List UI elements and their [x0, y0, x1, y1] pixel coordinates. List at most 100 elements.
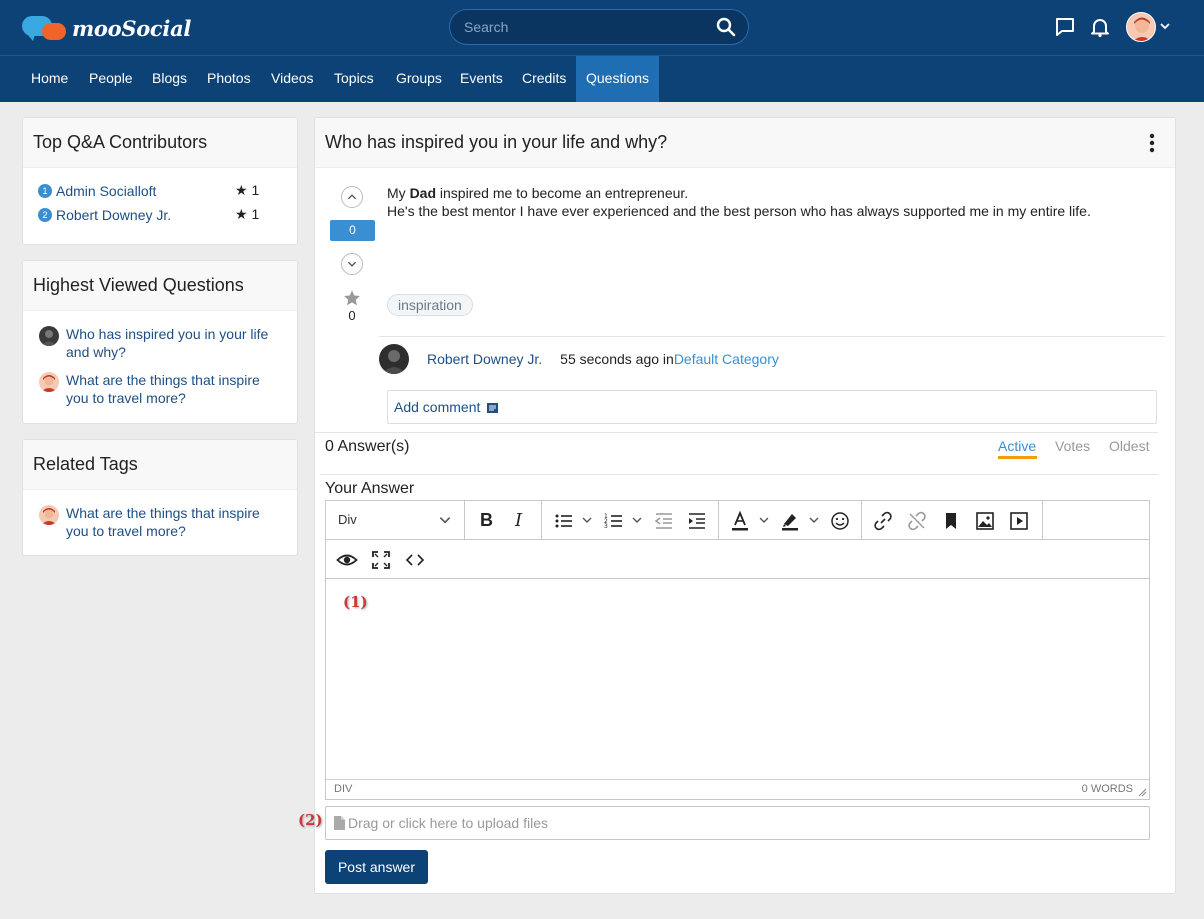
fullscreen-icon[interactable]: [370, 549, 392, 571]
chevron-down-icon[interactable]: [808, 514, 820, 526]
code-view-icon[interactable]: [404, 549, 426, 571]
post-time: 55 seconds ago in: [560, 351, 674, 367]
resize-handle-icon[interactable]: [1137, 787, 1147, 797]
file-upload-dropzone[interactable]: Drag or click here to upload files: [325, 806, 1150, 840]
brand-logo[interactable]: mooSocial: [22, 13, 191, 43]
search-input[interactable]: [464, 10, 704, 44]
contributor-item[interactable]: 2 Robert Downey Jr.: [38, 206, 171, 224]
image-icon[interactable]: [974, 510, 996, 532]
nav-groups[interactable]: Groups: [386, 56, 452, 102]
panel-title: Related Tags: [33, 454, 138, 474]
chevron-down-icon[interactable]: [438, 513, 452, 527]
annotation-marker: (2): [298, 811, 323, 829]
avatar[interactable]: [39, 505, 59, 525]
chevron-down-icon[interactable]: [1159, 20, 1171, 32]
preview-eye-icon[interactable]: [336, 549, 358, 571]
contributor-item[interactable]: 1 Admin Socialloft: [38, 182, 156, 200]
related-tags-panel: Related Tags What are the things that in…: [22, 439, 298, 556]
divider: [315, 432, 1158, 433]
user-avatar[interactable]: [1126, 12, 1156, 42]
highest-viewed-panel: Highest Viewed Questions Who has inspire…: [22, 260, 298, 424]
nav-credits[interactable]: Credits: [512, 56, 576, 102]
chevron-down-icon[interactable]: [758, 514, 770, 526]
upvote-button[interactable]: [341, 186, 363, 208]
contributor-score: ★ 1: [235, 182, 260, 198]
bookmark-icon[interactable]: [940, 510, 962, 532]
author-row: Robert Downey Jr. 55 seconds ago in Defa…: [379, 344, 779, 374]
author-avatar[interactable]: [379, 344, 409, 374]
sort-tab-oldest[interactable]: Oldest: [1109, 438, 1149, 454]
search-icon[interactable]: [716, 17, 736, 37]
brand-name: mooSocial: [72, 15, 192, 41]
favorite-count: 0: [348, 308, 356, 323]
downvote-button[interactable]: [341, 253, 363, 275]
divider: [320, 474, 1158, 475]
tag-chip[interactable]: inspiration: [387, 294, 473, 316]
search-bar: [449, 9, 749, 45]
rank-badge: 2: [38, 208, 52, 222]
unlink-icon[interactable]: [906, 510, 928, 532]
nav-blogs[interactable]: Blogs: [142, 56, 197, 102]
nav-questions[interactable]: Questions: [576, 56, 659, 102]
link-icon[interactable]: [872, 510, 894, 532]
highlight-icon[interactable]: [779, 510, 801, 532]
emoji-icon[interactable]: [829, 510, 851, 532]
chevron-down-icon[interactable]: [631, 514, 643, 526]
your-answer-label: Your Answer: [325, 480, 415, 497]
annotation-marker: (1): [343, 593, 368, 611]
numbered-list-icon[interactable]: 123: [603, 510, 625, 532]
nav-people[interactable]: People: [79, 56, 143, 102]
sort-tab-votes[interactable]: Votes: [1055, 438, 1090, 454]
block-format-select[interactable]: Div: [338, 512, 357, 527]
panel-title: Highest Viewed Questions: [33, 275, 244, 295]
bell-icon[interactable]: [1089, 16, 1111, 38]
editor-statusbar: DIV 0 WORDS: [326, 779, 1149, 799]
indent-icon[interactable]: [686, 510, 708, 532]
more-options-icon[interactable]: [1149, 133, 1155, 153]
question-title: Who has inspired you in your life and wh…: [325, 132, 668, 152]
nav-videos[interactable]: Videos: [261, 56, 324, 102]
question-panel: Who has inspired you in your life and wh…: [298, 117, 1176, 894]
nav-events[interactable]: Events: [450, 56, 513, 102]
text-color-icon[interactable]: [729, 510, 751, 532]
editor-toolbar-row2: [326, 540, 1149, 579]
sort-tab-active[interactable]: Active: [998, 438, 1036, 454]
comment-icon: [487, 403, 499, 413]
chat-icon[interactable]: [1054, 16, 1076, 38]
nav-home[interactable]: Home: [21, 56, 78, 102]
chevron-down-icon[interactable]: [581, 514, 593, 526]
avatar[interactable]: [39, 326, 59, 346]
sort-active-indicator: [998, 456, 1037, 459]
element-path: DIV: [334, 783, 353, 795]
category-link[interactable]: Default Category: [674, 351, 779, 367]
svg-text:3: 3: [604, 523, 608, 530]
panel-title: Top Q&A Contributors: [33, 132, 208, 152]
rank-badge: 1: [38, 184, 52, 198]
word-count: 0 WORDS: [1081, 783, 1133, 795]
contributor-score: ★ 1: [235, 206, 260, 222]
answer-text-area[interactable]: (1): [326, 580, 1149, 780]
nav-topics[interactable]: Topics: [324, 56, 384, 102]
author-name[interactable]: Robert Downey Jr.: [427, 351, 542, 367]
answers-count: 0 Answer(s): [325, 438, 410, 455]
bold-button[interactable]: B: [480, 510, 493, 531]
post-answer-button[interactable]: Post answer: [325, 850, 428, 884]
top-header: mooSocial: [0, 0, 1204, 56]
outdent-icon[interactable]: [653, 510, 675, 532]
question-link[interactable]: What are the things that inspire you to …: [66, 371, 286, 407]
star-icon[interactable]: [343, 289, 361, 307]
avatar[interactable]: [39, 372, 59, 392]
question-link[interactable]: What are the things that inspire you to …: [66, 504, 286, 540]
editor-toolbar-row1: Div B I 123: [326, 501, 1149, 540]
answer-editor: Div B I 123 (1) DIV 0 WORDS: [325, 500, 1150, 800]
question-body: My Dad inspired me to become an entrepre…: [387, 185, 1091, 219]
contributor-name[interactable]: Robert Downey Jr.: [56, 207, 171, 223]
nav-photos[interactable]: Photos: [197, 56, 261, 102]
contributor-name[interactable]: Admin Socialloft: [56, 183, 156, 199]
question-link[interactable]: Who has inspired you in your life and wh…: [66, 325, 286, 361]
top-contributors-panel: Top Q&A Contributors 1 Admin Socialloft …: [22, 117, 298, 245]
italic-button[interactable]: I: [515, 510, 522, 531]
video-icon[interactable]: [1008, 510, 1030, 532]
bullet-list-icon[interactable]: [553, 510, 575, 532]
add-comment-button[interactable]: Add comment: [387, 390, 1157, 424]
